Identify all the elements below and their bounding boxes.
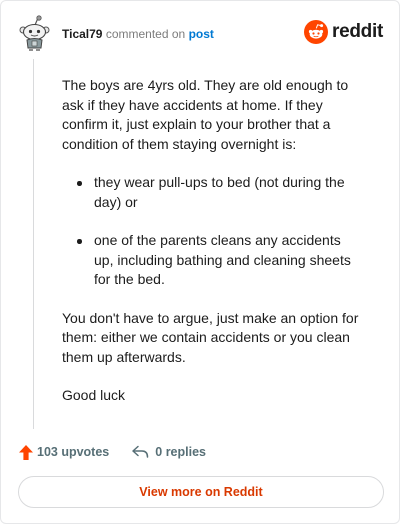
upvote-count: 103 upvotes: [37, 445, 110, 459]
reply-arrow-icon: [132, 445, 149, 458]
user-avatar[interactable]: [17, 15, 51, 51]
list-item: they wear pull-ups to bed (not during th…: [62, 173, 362, 212]
reply-count: 0 replies: [155, 445, 206, 459]
embedded-comment-card: Tical79 commented on post reddit The boy…: [0, 0, 400, 524]
comment-meta: Tical79 commented on post: [62, 27, 214, 41]
thread-line[interactable]: [33, 59, 34, 429]
view-more-button[interactable]: View more on Reddit: [18, 476, 384, 508]
comment-closing: Good luck: [62, 387, 126, 403]
comment-header: Tical79 commented on post reddit: [17, 15, 385, 55]
reply-button[interactable]: 0 replies: [131, 445, 206, 459]
comment-actions: 103 upvotes 0 replies: [18, 442, 206, 462]
comment-body: The boys are 4yrs old. They are old enou…: [62, 76, 362, 425]
reddit-wordmark: reddit: [332, 21, 383, 42]
reddit-snoo-icon: [304, 20, 329, 44]
comment-paragraph: You don't have to argue, just make an op…: [62, 309, 359, 365]
upvote-button[interactable]: 103 upvotes: [18, 444, 109, 461]
upvote-arrow-icon: [19, 444, 33, 460]
post-link[interactable]: post: [189, 27, 214, 41]
comment-paragraph: The boys are 4yrs old. They are old enou…: [62, 77, 349, 152]
comment-bullet-list: they wear pull-ups to bed (not during th…: [62, 173, 362, 290]
snoo-avatar-icon: [19, 15, 50, 51]
meta-verb: commented on: [105, 27, 186, 41]
username[interactable]: Tical79: [62, 27, 102, 41]
reddit-logo[interactable]: reddit: [304, 20, 383, 44]
list-item: one of the parents cleans any accidents …: [62, 231, 362, 290]
